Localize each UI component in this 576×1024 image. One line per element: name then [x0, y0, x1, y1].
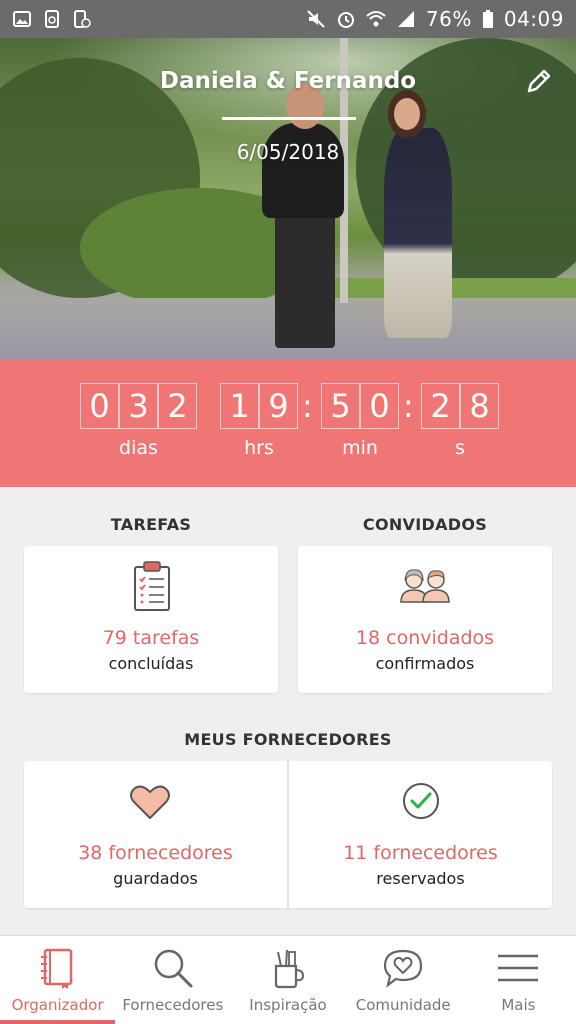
hero-photo: Daniela & Fernando 6/05/2018	[0, 38, 576, 359]
booked-vendors-count: 11 fornecedores	[343, 842, 498, 864]
countdown-panel: 0 3 2 1 9 : 5 0 : 2 8 dias hrs min s	[0, 359, 576, 487]
countdown-separator: :	[403, 387, 414, 425]
hours-label: hrs	[244, 437, 274, 459]
nav-label: Organizador	[11, 996, 104, 1014]
status-bar: 76% 04:09	[0, 0, 576, 38]
nav-label: Inspiração	[249, 996, 327, 1014]
phone-clock-icon	[74, 10, 91, 28]
battery-percent: 76%	[425, 7, 472, 31]
notebook-icon	[40, 948, 72, 989]
booked-vendors-panel[interactable]: 11 fornecedores reservados	[289, 761, 552, 908]
clock: 04:09	[503, 7, 564, 31]
minutes-label: min	[342, 437, 378, 459]
nav-label: Mais	[501, 996, 536, 1014]
countdown-days: 0 3 2	[80, 383, 197, 429]
vendors-card: 38 fornecedores guardados 11 fornecedore…	[24, 761, 552, 908]
nav-inspiracao[interactable]: Inspiração	[230, 936, 345, 1024]
seconds-digit: 2	[421, 383, 460, 429]
edit-pencil-icon[interactable]	[524, 66, 554, 96]
nav-fornecedores[interactable]: Fornecedores	[115, 936, 230, 1024]
wifi-icon	[366, 11, 386, 27]
guests-title: CONVIDADOS	[362, 515, 488, 534]
countdown-seconds: 2 8	[421, 383, 499, 429]
seconds-label: s	[455, 437, 465, 459]
saved-vendors-subtitle: guardados	[113, 869, 198, 888]
guests-subtitle: confirmados	[375, 654, 475, 673]
guests-couple-icon	[400, 569, 450, 603]
hours-digit: 9	[259, 383, 298, 429]
image-icon	[13, 11, 31, 27]
saved-vendors-count: 38 fornecedores	[78, 842, 233, 864]
days-digit: 0	[80, 383, 119, 429]
tasks-title: TAREFAS	[110, 515, 192, 534]
recycle-icon	[45, 10, 59, 28]
alarm-icon	[337, 12, 354, 28]
tasks-count: 79 tarefas	[102, 627, 200, 649]
clipboard-checklist-icon	[134, 561, 170, 611]
wedding-date: 6/05/2018	[236, 140, 340, 164]
couple-names: Daniela & Fernando	[159, 68, 417, 94]
minutes-digit: 0	[360, 383, 399, 429]
check-circle-icon	[403, 783, 439, 819]
status-left-icons	[12, 9, 92, 29]
days-label: dias	[119, 437, 158, 459]
countdown-separator: :	[302, 387, 313, 425]
nav-label: Fornecedores	[122, 996, 224, 1014]
search-icon	[154, 949, 193, 988]
seconds-digit: 8	[460, 383, 499, 429]
countdown-minutes: 5 0	[321, 383, 399, 429]
nav-mais[interactable]: Mais	[461, 936, 576, 1024]
nav-organizador[interactable]: Organizador	[0, 936, 115, 1024]
active-tab-indicator	[0, 1020, 115, 1024]
guests-count: 18 convidados	[355, 627, 495, 649]
days-digit: 2	[158, 383, 197, 429]
minutes-digit: 5	[321, 383, 360, 429]
guests-card[interactable]: 18 convidados confirmados	[298, 546, 552, 693]
signal-icon	[397, 11, 414, 27]
saved-vendors-panel[interactable]: 38 fornecedores guardados	[24, 761, 287, 908]
hours-digit: 1	[220, 383, 259, 429]
chat-heart-icon	[384, 949, 423, 988]
booked-vendors-subtitle: reservados	[376, 869, 465, 888]
battery-icon	[482, 10, 493, 28]
mute-icon	[307, 10, 325, 28]
nav-label: Comunidade	[355, 996, 451, 1014]
status-right-icons: 76% 04:09	[306, 7, 564, 31]
pencil-cup-icon	[274, 949, 305, 989]
nav-comunidade[interactable]: Comunidade	[346, 936, 461, 1024]
heart-icon	[130, 785, 170, 819]
countdown-hours: 1 9	[220, 383, 298, 429]
menu-icon	[498, 954, 539, 982]
tasks-card[interactable]: 79 tarefas concluídas	[24, 546, 278, 693]
tasks-subtitle: concluídas	[108, 654, 194, 673]
vendors-title: MEUS FORNECEDORES	[184, 730, 392, 749]
title-divider	[222, 117, 356, 120]
bottom-navigation: Organizador Fornecedores Inspiração Comu…	[0, 935, 576, 1024]
days-digit: 3	[119, 383, 158, 429]
